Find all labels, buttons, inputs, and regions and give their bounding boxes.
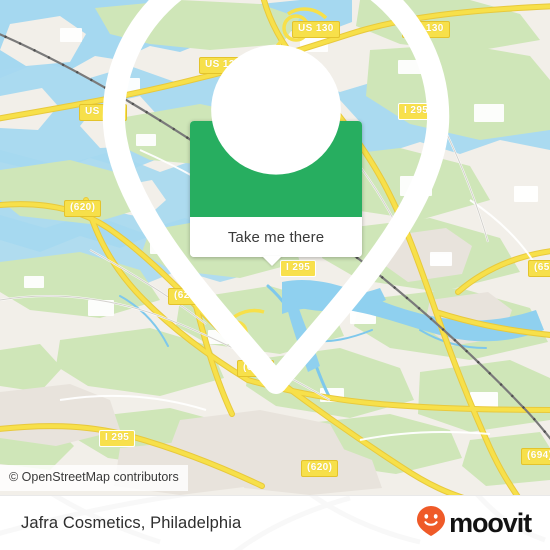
road-shield: I 295 xyxy=(99,430,136,447)
place-name: Jafra Cosmetics, Philadelphia xyxy=(21,513,242,532)
map-canvas[interactable]: US 130 US 130 US 130 US 130 I 295 (620) … xyxy=(0,0,550,495)
bottom-info-bar: Jafra Cosmetics, Philadelphia moovit xyxy=(0,495,550,550)
callout-card-header xyxy=(102,0,450,394)
road-shield: (620) xyxy=(301,460,339,477)
moovit-brand: moovit xyxy=(416,505,532,542)
osm-attribution[interactable]: © OpenStreetMap contributors xyxy=(0,465,188,491)
moovit-wordmark: moovit xyxy=(449,507,532,538)
map-pin-icon xyxy=(1,0,550,417)
callout-pointer xyxy=(262,256,282,266)
moovit-map-screen: US 130 US 130 US 130 US 130 I 295 (620) … xyxy=(0,0,550,550)
road-shield: (694) xyxy=(521,448,550,465)
location-callout-card[interactable]: Take me there xyxy=(102,0,450,394)
moovit-logo-icon xyxy=(416,505,446,542)
